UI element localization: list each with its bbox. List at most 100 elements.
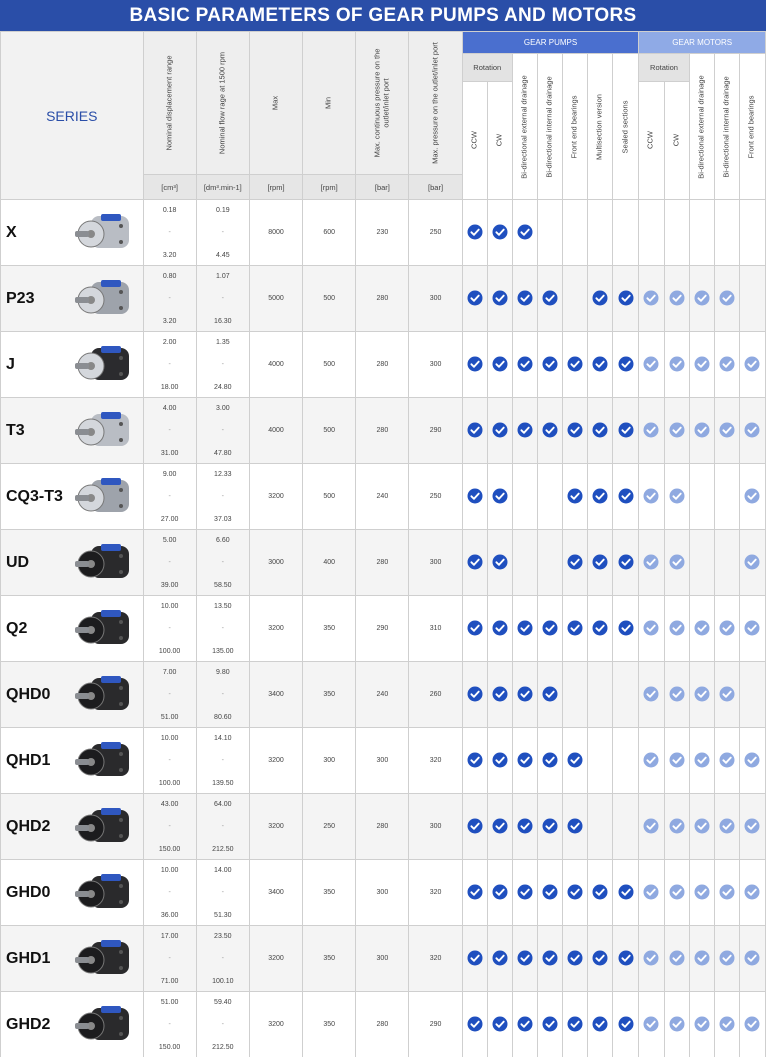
pump-feature-cell <box>562 463 589 530</box>
pump-feature-cell <box>486 925 513 992</box>
pump-feature-cell <box>587 859 614 926</box>
check-icon <box>492 818 508 834</box>
check-icon <box>542 290 558 306</box>
pump-feature-cell <box>612 595 640 662</box>
check-icon <box>669 752 685 768</box>
check-icon <box>719 686 735 702</box>
value-p-max: 320 <box>408 727 463 794</box>
table-row: GHD1 17.00-71.00 23.50-100.10 3200 350 300 320 <box>0 925 766 992</box>
motor-feature-cell <box>738 397 766 464</box>
check-icon <box>719 818 735 834</box>
pump-feature-cell <box>511 727 538 794</box>
check-icon <box>467 818 483 834</box>
check-icon <box>719 884 735 900</box>
pump-feature-cell <box>511 991 538 1057</box>
value-rpm-min: 600 <box>302 199 357 266</box>
value-rpm-max: 3400 <box>248 661 304 728</box>
check-icon <box>567 488 583 504</box>
value-p-cont: 280 <box>355 991 410 1057</box>
pump-feature-cell <box>562 397 589 464</box>
pump-feature-cell <box>612 661 640 728</box>
series-cell: GHD0 <box>0 859 144 926</box>
check-icon <box>643 620 659 636</box>
pump-feature-header: Multisection version <box>587 53 614 200</box>
pump-feature-cell <box>587 397 614 464</box>
motor-feature-cell <box>638 595 665 662</box>
motor-feature-cell <box>688 199 715 266</box>
flow-range: 3.00-47.80 <box>195 397 250 464</box>
col-header-pressure-max: Max. pressure on the outlet/inlet port <box>408 31 463 175</box>
series-name: CQ3-T3 <box>6 487 63 505</box>
check-icon <box>592 356 608 372</box>
motor-feature-cell <box>713 463 740 530</box>
check-icon <box>567 818 583 834</box>
check-icon <box>492 290 508 306</box>
pump-feature-cell <box>461 463 488 530</box>
value-p-cont: 280 <box>355 529 410 596</box>
series-cell: Q2 <box>0 595 144 662</box>
pump-feature-cell <box>587 265 614 332</box>
check-icon <box>567 752 583 768</box>
motor-feature-cell <box>713 265 740 332</box>
pump-feature-cell <box>461 793 488 860</box>
pump-feature-cell <box>562 529 589 596</box>
series-name: QHD2 <box>6 817 51 835</box>
pump-feature-cell <box>461 925 488 992</box>
pump-feature-cell <box>511 265 538 332</box>
table-row: QHD1 10.00-100.00 14.10-139.50 3200 300 300 32… <box>0 727 766 794</box>
motor-feature-cell <box>638 397 665 464</box>
check-icon <box>542 818 558 834</box>
check-icon <box>643 686 659 702</box>
pump-image <box>74 873 129 908</box>
motor-feature-cell <box>738 595 766 662</box>
value-p-cont: 280 <box>355 331 410 398</box>
motor-feature-cell <box>713 331 740 398</box>
pump-feature-cell <box>587 331 614 398</box>
check-icon <box>669 884 685 900</box>
motor-feature-cell <box>738 793 766 860</box>
check-icon <box>567 950 583 966</box>
flow-range: 64.00-212.50 <box>195 793 250 860</box>
motor-feature-cell <box>738 463 766 530</box>
pump-feature-cell <box>511 199 538 266</box>
motor-feature-cell <box>738 925 766 992</box>
value-p-max: 320 <box>408 859 463 926</box>
check-icon <box>719 752 735 768</box>
flow-range: 0.19-4.45 <box>195 199 250 266</box>
motor-feature-header: Bi-directional external drainage <box>688 53 715 200</box>
pump-image <box>74 939 129 974</box>
series-cell: QHD1 <box>0 727 144 794</box>
motor-feature-cell <box>713 661 740 728</box>
pump-image <box>74 411 129 446</box>
motor-feature-cell <box>663 925 690 992</box>
value-rpm-min: 350 <box>302 859 357 926</box>
value-p-max: 300 <box>408 529 463 596</box>
pump-feature-cell <box>486 331 513 398</box>
motor-feature-cell <box>738 529 766 596</box>
pump-feature-header: Sealed sections <box>612 53 640 200</box>
motor-feature-cell <box>663 595 690 662</box>
motor-feature-cell <box>638 463 665 530</box>
motor-feature-cell <box>688 265 715 332</box>
pump-feature-cell <box>511 793 538 860</box>
pump-image <box>74 279 129 314</box>
value-p-max: 290 <box>408 991 463 1057</box>
motor-feature-cell <box>713 397 740 464</box>
check-icon <box>467 950 483 966</box>
series-cell: GHD2 <box>0 991 144 1057</box>
displacement-range: 43.00-150.00 <box>142 793 197 860</box>
motor-feature-cell <box>663 463 690 530</box>
motor-feature-cell <box>638 859 665 926</box>
page-title: BASIC PARAMETERS OF GEAR PUMPS AND MOTOR… <box>0 0 766 31</box>
value-p-max: 320 <box>408 925 463 992</box>
series-name: GHD1 <box>6 949 51 967</box>
pump-feature-cell <box>486 199 513 266</box>
pump-feature-cell <box>461 529 488 596</box>
displacement-range: 10.00-100.00 <box>142 595 197 662</box>
check-icon <box>643 422 659 438</box>
pump-feature-header: CCW <box>461 80 488 200</box>
motor-feature-cell <box>638 727 665 794</box>
check-icon <box>567 356 583 372</box>
pump-feature-cell <box>536 595 564 662</box>
check-icon <box>618 356 634 372</box>
